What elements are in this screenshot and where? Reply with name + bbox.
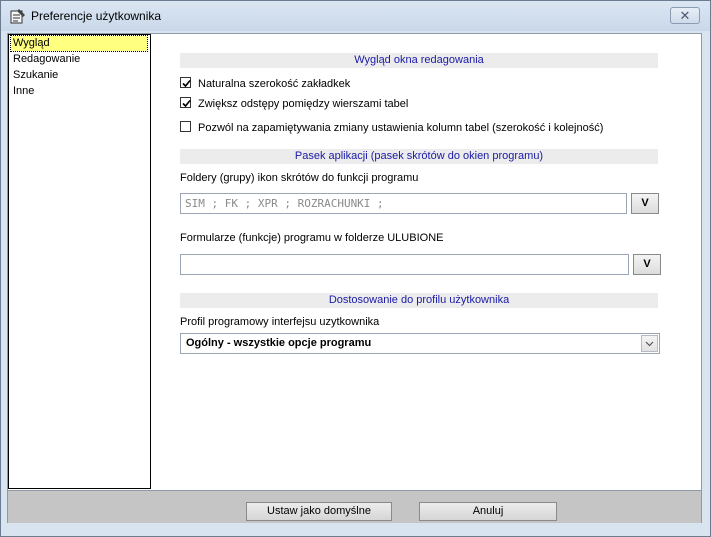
set-default-button[interactable]: Ustaw jako domyślne <box>246 502 392 521</box>
nav-item-szukanie[interactable]: Szukanie <box>11 68 60 83</box>
natural-width-checkbox[interactable] <box>180 77 191 88</box>
nav-item-wyglad[interactable]: Wygląd <box>10 35 148 52</box>
profile-label: Profil programowy interfejsu uzytkownika <box>180 316 380 328</box>
favorites-select-button[interactable]: V <box>633 254 661 275</box>
section-appbar-header: Pasek aplikacji (pasek skrótów do okien … <box>180 149 658 164</box>
natural-width-label: Naturalna szerokość zakładkek <box>198 78 351 90</box>
section-view-header: Wygląd okna redagowania <box>180 53 658 68</box>
remember-columns-label: Pozwól na zapamiętywania zmiany ustawien… <box>198 122 604 134</box>
row-spacing-label: Zwiększ odstępy pomiędzy wierszami tabel <box>198 98 409 110</box>
cancel-button[interactable]: Anuluj <box>419 502 557 521</box>
remember-columns-checkbox[interactable] <box>180 121 191 132</box>
profile-dropdown[interactable]: Ogólny - wszystkie opcje programu <box>180 333 660 354</box>
title-bar[interactable]: Preferencje użytkownika ✕ <box>1 1 710 31</box>
favorites-input[interactable] <box>180 254 629 275</box>
nav-item-inne[interactable]: Inne <box>11 84 36 99</box>
folders-label: Foldery (grupy) ikon skrótów do funkcji … <box>180 172 419 184</box>
row-spacing-checkbox[interactable] <box>180 97 191 108</box>
section-profile-header: Dostosowanie do profilu użytkownika <box>180 293 658 308</box>
close-icon: ✕ <box>679 8 691 23</box>
category-list[interactable]: Wygląd Redagowanie Szukanie Inne <box>8 34 151 489</box>
folders-select-button[interactable]: V <box>631 193 659 214</box>
chevron-down-icon[interactable] <box>641 335 658 352</box>
nav-item-redagowanie[interactable]: Redagowanie <box>11 52 82 67</box>
close-button[interactable]: ✕ <box>670 7 700 24</box>
favorites-label: Formularze (funkcje) programu w folderze… <box>180 232 444 244</box>
folders-input[interactable]: SIM ; FK ; XPR ; ROZRACHUNKI ; <box>180 193 627 214</box>
profile-selected-value: Ogólny - wszystkie opcje programu <box>186 337 372 349</box>
preferences-icon <box>10 8 26 24</box>
window-title: Preferencje użytkownika <box>31 9 162 23</box>
